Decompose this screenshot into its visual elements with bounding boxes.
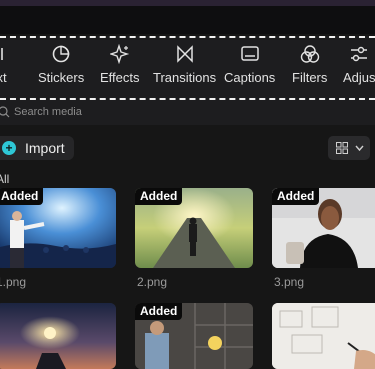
- tab-stickers[interactable]: Stickers: [38, 44, 84, 94]
- tab-text[interactable]: ext: [0, 44, 8, 94]
- transition-bowtie-icon: [176, 45, 193, 63]
- tab-captions[interactable]: Captions: [224, 44, 275, 94]
- captions-icon: [240, 46, 259, 61]
- tab-effects[interactable]: Effects: [100, 44, 140, 94]
- tab-transitions-label: Transitions: [153, 70, 217, 85]
- import-label: Import: [25, 140, 65, 156]
- lightbulb-night-image: [0, 303, 116, 369]
- added-badge: Added: [272, 188, 320, 205]
- media-thumbnail-3[interactable]: Added: [272, 188, 375, 268]
- media-filename-1: 1.png: [0, 275, 27, 289]
- filters-circles-icon: [300, 45, 319, 63]
- tab-transitions[interactable]: Transitions: [153, 44, 216, 94]
- adjust-sliders-icon: [351, 46, 368, 62]
- chevron-down-icon: [355, 145, 364, 152]
- tab-stickers-label: Stickers: [38, 70, 85, 85]
- sketching-hand-image: [272, 303, 375, 369]
- search-icon: [0, 106, 10, 118]
- view-mode-button[interactable]: [328, 136, 370, 160]
- added-badge: Added: [135, 188, 183, 205]
- media-thumbnail-1[interactable]: Added: [0, 188, 116, 268]
- effects-sparkle-icon: [109, 44, 129, 64]
- tab-adjust[interactable]: Adjus: [343, 44, 375, 94]
- tab-effects-label: Effects: [100, 70, 140, 85]
- media-thumbnail-6[interactable]: [272, 303, 375, 369]
- media-filename-2: 2.png: [137, 275, 168, 289]
- tab-filters-label: Filters: [292, 70, 328, 85]
- media-category-toolbar: ext Stickers Effects Transitions Caption…: [0, 36, 375, 100]
- section-label: All: [0, 172, 10, 186]
- title-bar: [0, 6, 375, 34]
- media-filename-3: 3.png: [274, 275, 305, 289]
- text-icon: [1, 48, 3, 60]
- added-badge: Added: [135, 303, 183, 320]
- media-thumbnail-2[interactable]: Added: [135, 188, 253, 268]
- media-thumbnail-4[interactable]: [0, 303, 116, 369]
- sticker-icon: [52, 45, 70, 63]
- tab-text-label: ext: [0, 70, 7, 85]
- tab-captions-label: Captions: [224, 70, 276, 85]
- tab-adjust-label: Adjus: [343, 70, 375, 85]
- search-input[interactable]: [14, 104, 214, 120]
- media-thumbnail-5[interactable]: Added: [135, 303, 253, 369]
- import-button[interactable]: + Import: [0, 136, 74, 160]
- search-bar: [0, 100, 375, 125]
- added-badge: Added: [0, 188, 44, 205]
- plus-icon: +: [2, 141, 16, 155]
- grid-view-icon: [336, 142, 348, 154]
- tab-filters[interactable]: Filters: [292, 44, 327, 94]
